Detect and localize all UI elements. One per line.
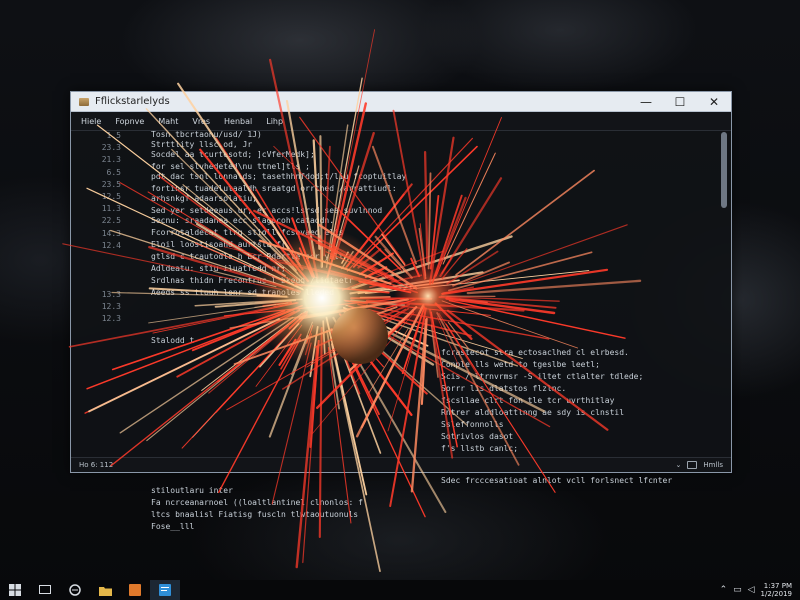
line-number: 1.5: [106, 131, 121, 140]
code-line: ltcs bnaalisl Fiatisg fuscln tlwtaoutuon…: [151, 510, 359, 519]
taskbar-app-orange[interactable]: [120, 580, 150, 600]
code-line: for sel slvhedeted\nu ttnel]tls ;: [151, 162, 310, 171]
code-line: gtlsd c tcautodls h Lcr Rdartte sor yalt: [151, 252, 344, 261]
line-number: 11.3: [101, 204, 121, 214]
code-line: Srdlnas thidn Frecontruc l bkeud /lidtae…: [151, 276, 354, 285]
code-line: pdt dac tsnl lonnalds; tasethhnfdod;t/li…: [151, 172, 407, 181]
window-title: Fflickstarlelyds: [95, 96, 170, 107]
line-number: 13.3: [101, 289, 121, 299]
windows-icon: [9, 584, 21, 596]
line-number: 12.5: [101, 192, 121, 202]
line-number: 22.5: [101, 216, 121, 226]
start-button[interactable]: [0, 580, 30, 600]
editor-window: Fflickstarlelyds — ☐ ✕ Hiele Fopnve Maht…: [70, 91, 732, 531]
code-line: Secnu: sraadanea ecc slagocoh cataodn.: [151, 216, 335, 225]
status-mode: Hmlls: [703, 461, 723, 469]
line-number-gutter: 1.5 23.3 21.3 6.5 23.5 12.5 11.3 22.5 14.3 12.4 1…: [71, 130, 131, 458]
menu-item[interactable]: Fopnve: [115, 117, 144, 126]
browser-icon: [69, 584, 81, 596]
line-number: 12.3: [101, 314, 121, 324]
line-number: [71, 264, 131, 276]
cursor-position: Ho 6: 112: [79, 461, 114, 469]
clock[interactable]: 1:37 PM 1/2/2019: [761, 582, 792, 598]
volume-icon[interactable]: ◁: [748, 585, 755, 595]
clock-date: 1/2/2019: [760, 590, 792, 598]
clock-time: 1:37 PM: [763, 582, 792, 590]
line-number: 6.5: [106, 167, 121, 177]
code-line: Fa ncrceanarnoel ((loaltlantinel clnonlo…: [151, 498, 363, 507]
code-line: Ssleffonnolls: [441, 420, 504, 429]
code-line: Eloil loostisoahd aurtsla f(: [151, 240, 286, 249]
code-line: Conple lls wetd to tgeslbe leetl;: [441, 360, 600, 369]
close-button[interactable]: ✕: [697, 92, 731, 111]
line-number: 23.3: [101, 143, 121, 153]
app-tile-icon: [129, 584, 141, 596]
code-line: stiloutlaru inter: [151, 486, 233, 495]
code-line: fortinsr tuadelutaaldh sraatgd orrthed /…: [151, 184, 397, 193]
chevron-icon[interactable]: ⌄: [676, 461, 682, 469]
taskbar-app-active[interactable]: [150, 580, 180, 600]
line-number: [71, 276, 131, 288]
taskbar-app-browser[interactable]: [60, 580, 90, 600]
menu-bar: Hiele Fopnve Maht Vres Henbal Lihp: [71, 112, 731, 131]
minimize-button[interactable]: —: [629, 92, 663, 111]
code-line: Stalodd t: [151, 336, 195, 345]
status-bar: Ho 6: 112 ⌄ Hmlls: [71, 457, 731, 472]
task-view-button[interactable]: [30, 580, 60, 600]
title-bar[interactable]: Fflickstarlelyds — ☐ ✕: [71, 92, 731, 112]
code-line: Fcorrotaldecat tlrg stioll fcsevaed elis: [151, 228, 344, 237]
code-line: Fose__lll: [151, 522, 195, 531]
code-line: Sed yer setdeeaus.ur; er accs!lsrsd sea …: [151, 206, 383, 215]
code-line: Scis / ltrnvrmsr -S iltet ctlalter tdled…: [441, 372, 644, 381]
network-icon[interactable]: ▭: [733, 585, 742, 595]
line-number: 14.3: [101, 228, 121, 238]
code-line: Strttlity llsc.od, Jr: [151, 140, 253, 149]
code-line: Aeeds ss ttouh lonr sd tranoles lleded: [151, 288, 335, 297]
vertical-scrollbar[interactable]: [721, 132, 727, 208]
code-line: Socdel aa tcurtesotd; ]cVferMedk];: [151, 150, 315, 159]
line-number: 12.4: [101, 240, 121, 250]
code-line: Adldeatu: stiu iluatfedd nr;: [151, 264, 286, 273]
folder-icon: [98, 586, 112, 596]
taskbar-app-explorer[interactable]: [90, 580, 120, 600]
code-line: fcrastecot stra ectosaclhed cl elrbesd.: [441, 348, 629, 357]
app-icon: [79, 97, 89, 106]
line-number: 23.5: [101, 179, 121, 189]
menu-item[interactable]: Lihp: [266, 117, 283, 126]
code-editor[interactable]: Tosn tbcrtaonu/usd/ 1J) Strttlity llsc.od…: [141, 130, 715, 531]
menu-item[interactable]: Vres: [192, 117, 210, 126]
code-line: Sorrr lis dlatstos flzlnc.: [441, 384, 567, 393]
code-line: Rntrer alddloattlnng ae sdy is clnstil: [441, 408, 625, 417]
menu-item[interactable]: Maht: [158, 117, 178, 126]
editor-app-icon: [159, 584, 171, 596]
code-line: Sotrivlos dasot: [441, 432, 514, 441]
line-number: 12.3: [101, 301, 121, 311]
code-line: f's llstb canlc;: [441, 444, 519, 453]
line-number: [71, 252, 131, 264]
menu-item[interactable]: Hiele: [81, 117, 101, 126]
code-line: Sdec frcccesatioat alnlot vcll forlsnect…: [441, 476, 673, 485]
code-line: Tosn tbcrtaonu/usd/ 1J): [151, 130, 262, 139]
line-number: 21.3: [101, 155, 121, 165]
screen-icon[interactable]: [687, 461, 698, 469]
chevron-up-icon[interactable]: ⌃: [720, 585, 728, 595]
task-view-icon: [39, 585, 51, 594]
code-line: fscsllae clrt fon tle tcr uvrthitlay: [441, 396, 615, 405]
menu-item[interactable]: Henbal: [224, 117, 252, 126]
code-line: arhsnkgf adaarsolatiu;: [151, 194, 257, 203]
maximize-button[interactable]: ☐: [663, 92, 697, 111]
taskbar: ⌃ ▭ ◁ 1:37 PM 1/2/2019: [0, 580, 800, 600]
